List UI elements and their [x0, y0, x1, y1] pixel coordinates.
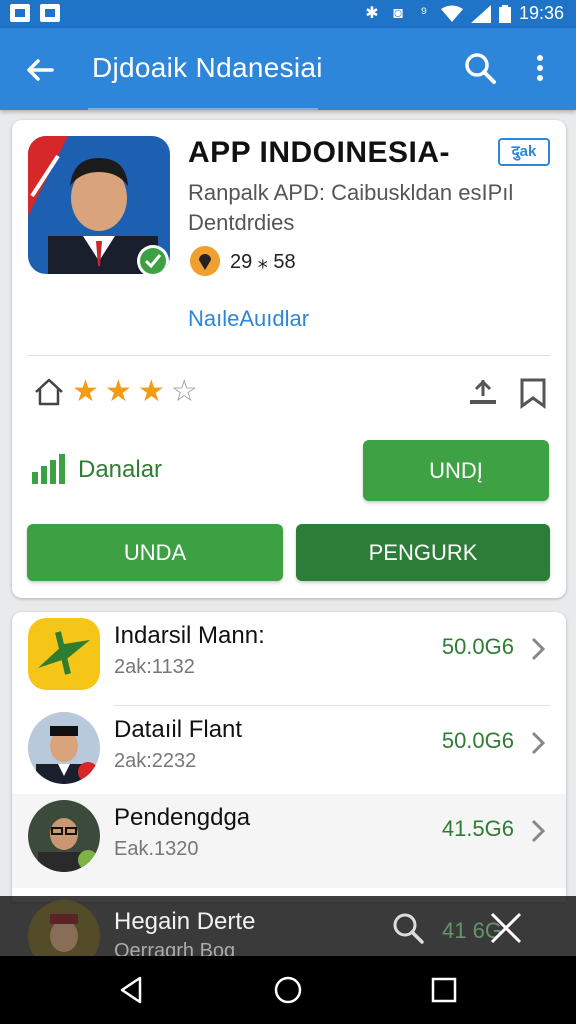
clock: 19:36	[518, 3, 564, 23]
person-avatar	[28, 800, 100, 872]
notification-icon	[10, 4, 30, 22]
battery-icon	[498, 4, 511, 23]
list-item[interactable]: Indarsil Mann: 2ak:1132 50.0G6	[12, 612, 566, 706]
overlay-item-name: Hegain Derte	[114, 908, 256, 935]
meta-value: 29 ⁎ 58	[230, 250, 296, 273]
chevron-right-icon	[531, 731, 546, 755]
download-icon[interactable]	[466, 376, 500, 410]
overlay-toolbar: Hegain Derte Oerragrh Bog 41 6G	[0, 896, 576, 956]
developer-link[interactable]: NaıleAuıdlar	[188, 306, 309, 332]
app-list: Indarsil Mann: 2ak:1132 50.0G6 Dataıil F…	[12, 612, 566, 902]
back-arrow-icon[interactable]	[20, 50, 60, 90]
install-button[interactable]: UNDĮ	[363, 440, 549, 501]
star-empty-icon: ☆	[170, 375, 198, 408]
more-vert-icon[interactable]	[524, 48, 556, 88]
item-price: 50.0G6	[441, 634, 514, 659]
divider	[28, 355, 550, 356]
list-item[interactable]: Pendengdga Eak.1320 41.5G6	[12, 794, 566, 888]
app-bar: Djdoaik Ndanesiai	[0, 28, 576, 110]
bluetooth-icon: ✱	[365, 4, 379, 22]
item-name: Indarsil Mann:	[114, 622, 265, 649]
location-icon: ⁹	[420, 4, 428, 22]
app-name: APP INDOINESIA-	[188, 136, 450, 169]
app-logo-icon	[28, 618, 100, 690]
list-item[interactable]: Dataıil Flant 2ak:2232 50.0G6	[12, 706, 566, 800]
item-name: Dataıil Flant	[114, 716, 243, 743]
badge-label[interactable]: दुak	[498, 138, 550, 166]
star-icon: ★	[104, 375, 132, 408]
search-icon[interactable]	[460, 48, 500, 88]
item-name: Pendengdga	[114, 804, 251, 831]
subtitle-line-2: Dentdrdies	[188, 210, 295, 235]
overlay-item-sub: Oerragrh Bog	[114, 940, 236, 956]
wifi-icon	[440, 5, 463, 22]
item-sub: 2ak:2232	[114, 750, 197, 772]
nav-back-icon[interactable]	[116, 974, 148, 1006]
nfc-icon: ◙	[393, 4, 403, 22]
chevron-right-icon	[531, 637, 546, 661]
app-icon[interactable]	[28, 136, 170, 274]
system-nav-bar	[0, 956, 576, 1024]
unda-button[interactable]: UNDA	[27, 524, 283, 581]
title-underline	[88, 108, 318, 110]
person-avatar	[28, 712, 100, 784]
rating-row: ★ ★ ★ ☆	[32, 376, 198, 408]
page-title: Djdoaik Ndanesiai	[92, 52, 323, 83]
app-subtitle: Ranpalk APD: Caibuskldan esIPıl Dentdrdi…	[188, 178, 558, 238]
nav-recents-icon[interactable]	[428, 974, 460, 1006]
star-icon: ★	[72, 375, 99, 408]
status-bar: ✱ ◙ ⁹ 19:36	[0, 0, 576, 28]
pengurk-button[interactable]: PENGURK	[296, 524, 550, 581]
chevron-right-icon	[531, 819, 546, 843]
star-icon: ★	[137, 375, 165, 408]
item-price: 50.0G6	[441, 728, 514, 753]
item-price: 41.5G6	[441, 816, 514, 841]
search-icon[interactable]	[388, 908, 428, 948]
signal-icon	[470, 4, 491, 23]
home-outline-icon[interactable]	[32, 376, 66, 408]
person-avatar	[28, 900, 100, 956]
map-pin-icon	[190, 246, 220, 276]
image-notification-icon	[40, 4, 60, 22]
app-detail-card: APP INDOINESIA- दुak Ranpalk APD: Caibus…	[12, 120, 566, 598]
subtitle-line-1: Ranpalk APD: Caibuskldan esIPıl	[188, 180, 514, 205]
downloads-label: Danalar	[78, 456, 163, 483]
item-sub: Eak.1320	[114, 838, 199, 860]
nav-home-icon[interactable]	[272, 974, 304, 1006]
app-meta: 29 ⁎ 58	[190, 246, 296, 276]
close-icon[interactable]	[486, 908, 526, 948]
bookmark-icon[interactable]	[518, 376, 548, 410]
item-sub: 2ak:1132	[114, 656, 195, 678]
bar-chart-icon	[32, 454, 65, 484]
